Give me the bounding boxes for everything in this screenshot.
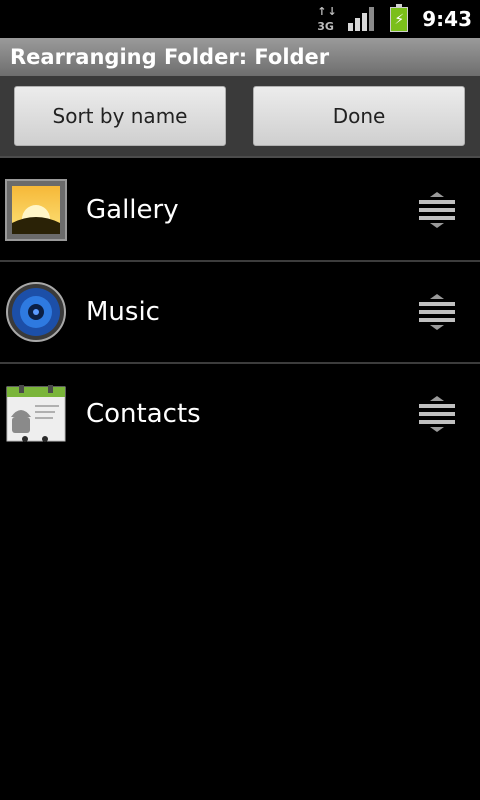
app-label-contacts: Contacts — [86, 399, 201, 429]
app-label-gallery: Gallery — [86, 195, 179, 225]
sort-by-name-button[interactable]: Sort by name — [14, 86, 226, 146]
contacts-icon — [6, 385, 66, 442]
music-icon — [6, 282, 66, 342]
title-bar: Rearranging Folder: Folder — [0, 38, 480, 76]
drag-handle-icon[interactable] — [418, 191, 456, 229]
list-item-gallery[interactable]: Gallery — [0, 160, 480, 262]
network-type-label: 3G — [317, 20, 334, 33]
status-bar: ↑↓ 3G ⚡ 9:43 — [0, 0, 480, 38]
battery-charging-icon: ⚡ — [390, 4, 409, 34]
gallery-icon — [5, 179, 67, 241]
page-title: Rearranging Folder: Folder — [10, 45, 330, 69]
network-3g-icon: ↑↓ 3G — [314, 4, 338, 34]
drag-handle-icon[interactable] — [418, 395, 456, 433]
status-icons: ↑↓ 3G ⚡ 9:43 — [314, 4, 472, 34]
drag-handle-icon[interactable] — [418, 293, 456, 331]
done-button[interactable]: Done — [253, 86, 465, 146]
network-arrows: ↑↓ — [317, 5, 338, 18]
app-list: Gallery Music Contacts — [0, 160, 480, 464]
list-item-contacts[interactable]: Contacts — [0, 364, 480, 464]
button-area: Sort by name Done — [0, 76, 480, 158]
list-item-music[interactable]: Music — [0, 262, 480, 364]
status-clock: 9:43 — [422, 7, 472, 31]
app-label-music: Music — [86, 297, 160, 327]
signal-strength-icon — [348, 7, 376, 31]
